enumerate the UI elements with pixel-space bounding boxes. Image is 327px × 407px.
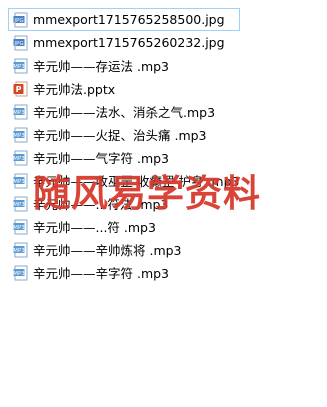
- svg-text:MP3: MP3: [13, 178, 25, 184]
- file-name: 辛元帅——法水、消杀之气.mp3: [33, 105, 216, 120]
- file-name: 辛元帅——...符法 .mp3: [33, 197, 169, 212]
- file-row[interactable]: MP3 辛元帅——辛帅炼将 .mp3: [8, 238, 240, 261]
- svg-text:JPG: JPG: [13, 17, 23, 23]
- svg-text:MP3: MP3: [13, 155, 25, 161]
- file-row[interactable]: JPG mmexport1715765258500.jpg: [8, 8, 240, 31]
- mp3-file-icon: MP3: [13, 127, 29, 143]
- svg-text:MP3: MP3: [13, 201, 25, 207]
- mp3-file-icon: MP3: [13, 196, 29, 212]
- file-name: mmexport1715765260232.jpg: [33, 35, 225, 50]
- svg-text:MP3: MP3: [13, 132, 25, 138]
- file-name: 辛元帅——火捉、治头痛 .mp3: [33, 128, 207, 143]
- file-row[interactable]: MP3 辛元帅——收巫罡 收癫罡 护身 .mp3: [8, 169, 240, 192]
- jpg-file-icon: JPG: [13, 12, 29, 28]
- svg-text:MP3: MP3: [13, 224, 25, 230]
- mp3-file-icon: MP3: [13, 173, 29, 189]
- mp3-file-icon: MP3: [13, 242, 29, 258]
- file-row[interactable]: MP3 辛元帅——...符 .mp3: [8, 215, 240, 238]
- file-name: 辛元帅——...符 .mp3: [33, 220, 156, 235]
- jpg-file-icon: JPG: [13, 35, 29, 51]
- mp3-file-icon: MP3: [13, 104, 29, 120]
- file-row[interactable]: P 辛元帅法.pptx: [8, 77, 240, 100]
- svg-text:JPG: JPG: [13, 40, 23, 46]
- file-row[interactable]: MP3 辛元帅——法水、消杀之气.mp3: [8, 100, 240, 123]
- svg-text:MP3: MP3: [13, 109, 25, 115]
- mp3-file-icon: MP3: [13, 219, 29, 235]
- file-row[interactable]: JPG mmexport1715765260232.jpg: [8, 31, 240, 54]
- mp3-file-icon: MP3: [13, 265, 29, 281]
- svg-text:MP3: MP3: [13, 270, 25, 276]
- file-list: JPG mmexport1715765258500.jpg JPG mmexpo…: [8, 8, 320, 284]
- pptx-file-icon: P: [13, 81, 29, 97]
- file-row[interactable]: MP3 辛元帅——火捉、治头痛 .mp3: [8, 123, 240, 146]
- file-row[interactable]: MP3 辛元帅——气字符 .mp3: [8, 146, 240, 169]
- file-row[interactable]: MP3 辛元帅——存运法 .mp3: [8, 54, 240, 77]
- svg-text:P: P: [16, 85, 22, 94]
- file-name: 辛元帅——收巫罡 收癫罡 护身 .mp3: [33, 174, 240, 189]
- file-name: 辛元帅——气字符 .mp3: [33, 151, 170, 166]
- svg-text:MP3: MP3: [13, 63, 25, 69]
- mp3-file-icon: MP3: [13, 58, 29, 74]
- file-name: mmexport1715765258500.jpg: [33, 12, 225, 27]
- file-row[interactable]: MP3 辛元帅——辛字符 .mp3: [8, 261, 240, 284]
- file-row[interactable]: MP3 辛元帅——...符法 .mp3: [8, 192, 240, 215]
- file-name: 辛元帅——辛帅炼将 .mp3: [33, 243, 182, 258]
- file-name: 辛元帅——辛字符 .mp3: [33, 266, 170, 281]
- svg-text:MP3: MP3: [13, 247, 25, 253]
- file-name: 辛元帅——存运法 .mp3: [33, 59, 170, 74]
- mp3-file-icon: MP3: [13, 150, 29, 166]
- file-name: 辛元帅法.pptx: [33, 82, 116, 97]
